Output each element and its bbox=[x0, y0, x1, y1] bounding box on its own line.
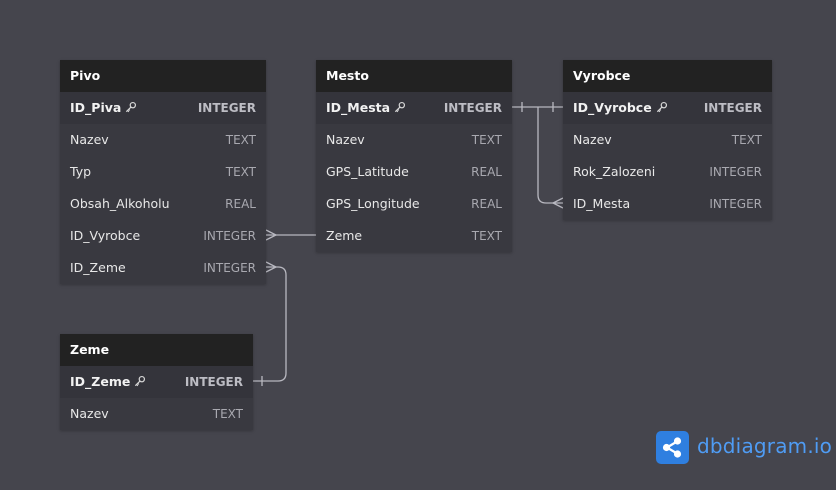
crow-foot-vyrobce bbox=[551, 197, 564, 209]
field-name: ID_Mesta bbox=[326, 100, 391, 115]
field-row[interactable]: Rok_Zalozeni INTEGER bbox=[563, 156, 772, 188]
field-name: Nazev bbox=[326, 132, 365, 147]
field-type: TEXT bbox=[731, 133, 762, 147]
brand-name: dbdiagram.io bbox=[697, 434, 832, 458]
field-row[interactable]: Nazev TEXT bbox=[60, 124, 266, 156]
field-name: Nazev bbox=[70, 132, 109, 147]
field-row[interactable]: ID_Piva INTEGER bbox=[60, 92, 266, 124]
field-name: Nazev bbox=[573, 132, 612, 147]
field-row[interactable]: ID_Zeme INTEGER bbox=[60, 366, 253, 398]
crow-foot-pivo bbox=[265, 229, 278, 241]
field-row[interactable]: GPS_Longitude REAL bbox=[316, 188, 512, 220]
field-row[interactable]: GPS_Latitude REAL bbox=[316, 156, 512, 188]
table-vyrobce[interactable]: Vyrobce ID_Vyrobce INTEGER Nazev TEXT Ro… bbox=[563, 60, 772, 220]
field-row[interactable]: Typ TEXT bbox=[60, 156, 266, 188]
field-name: GPS_Latitude bbox=[326, 164, 409, 179]
table-header-pivo[interactable]: Pivo bbox=[60, 60, 266, 92]
key-icon bbox=[133, 368, 146, 387]
field-type: REAL bbox=[225, 197, 256, 211]
field-type: REAL bbox=[471, 165, 502, 179]
table-zeme[interactable]: Zeme ID_Zeme INTEGER Nazev TEXT bbox=[60, 334, 253, 430]
field-type: TEXT bbox=[471, 229, 502, 243]
diagram-canvas[interactable]: Pivo ID_Piva INTEGER Nazev TEXT Typ TEXT… bbox=[0, 0, 836, 490]
field-row[interactable]: Nazev TEXT bbox=[316, 124, 512, 156]
relation-mesto-vyrobce-mesta bbox=[537, 107, 563, 204]
brand-name-main: dbdiagram bbox=[697, 434, 808, 458]
brand-name-suffix: .io bbox=[807, 434, 833, 458]
field-type: INTEGER bbox=[443, 101, 502, 115]
field-name: ID_Mesta bbox=[573, 196, 631, 211]
field-type: INTEGER bbox=[203, 261, 256, 275]
field-name: Nazev bbox=[70, 406, 109, 421]
field-row[interactable]: Zeme TEXT bbox=[316, 220, 512, 252]
field-type: INTEGER bbox=[709, 165, 762, 179]
field-row[interactable]: ID_Vyrobce INTEGER bbox=[563, 92, 772, 124]
field-type: TEXT bbox=[212, 407, 243, 421]
key-icon bbox=[655, 94, 668, 113]
field-row[interactable]: ID_Mesta INTEGER bbox=[563, 188, 772, 220]
field-type: TEXT bbox=[225, 165, 256, 179]
field-type: INTEGER bbox=[203, 229, 256, 243]
field-row[interactable]: ID_Vyrobce INTEGER bbox=[60, 220, 266, 252]
field-name: ID_Zeme bbox=[70, 374, 131, 389]
field-name: ID_Vyrobce bbox=[70, 228, 141, 243]
relation-pivo-zeme bbox=[253, 266, 287, 382]
key-icon bbox=[124, 94, 137, 113]
field-name: GPS_Longitude bbox=[326, 196, 420, 211]
field-type: INTEGER bbox=[184, 375, 243, 389]
field-name: ID_Zeme bbox=[70, 260, 126, 275]
field-name: Obsah_Alkoholu bbox=[70, 196, 170, 211]
field-type: INTEGER bbox=[703, 101, 762, 115]
table-header-vyrobce[interactable]: Vyrobce bbox=[563, 60, 772, 92]
field-name: Rok_Zalozeni bbox=[573, 164, 656, 179]
field-type: INTEGER bbox=[197, 101, 256, 115]
field-name: Typ bbox=[70, 164, 92, 179]
table-header-zeme[interactable]: Zeme bbox=[60, 334, 253, 366]
field-row[interactable]: Obsah_Alkoholu REAL bbox=[60, 188, 266, 220]
field-row[interactable]: Nazev TEXT bbox=[563, 124, 772, 156]
field-row[interactable]: ID_Mesta INTEGER bbox=[316, 92, 512, 124]
field-type: TEXT bbox=[471, 133, 502, 147]
field-row[interactable]: Nazev TEXT bbox=[60, 398, 253, 430]
table-header-mesto[interactable]: Mesto bbox=[316, 60, 512, 92]
share-icon bbox=[656, 431, 689, 464]
field-type: INTEGER bbox=[709, 197, 762, 211]
field-type: REAL bbox=[471, 197, 502, 211]
key-icon bbox=[393, 94, 406, 113]
field-name: ID_Piva bbox=[70, 100, 122, 115]
table-mesto[interactable]: Mesto ID_Mesta INTEGER Nazev TEXT GPS_La… bbox=[316, 60, 512, 252]
field-name: ID_Vyrobce bbox=[573, 100, 652, 115]
field-row[interactable]: ID_Zeme INTEGER bbox=[60, 252, 266, 284]
crow-foot-pivo-zeme bbox=[265, 261, 278, 273]
field-name: Zeme bbox=[326, 228, 363, 243]
table-pivo[interactable]: Pivo ID_Piva INTEGER Nazev TEXT Typ TEXT… bbox=[60, 60, 266, 284]
field-type: TEXT bbox=[225, 133, 256, 147]
